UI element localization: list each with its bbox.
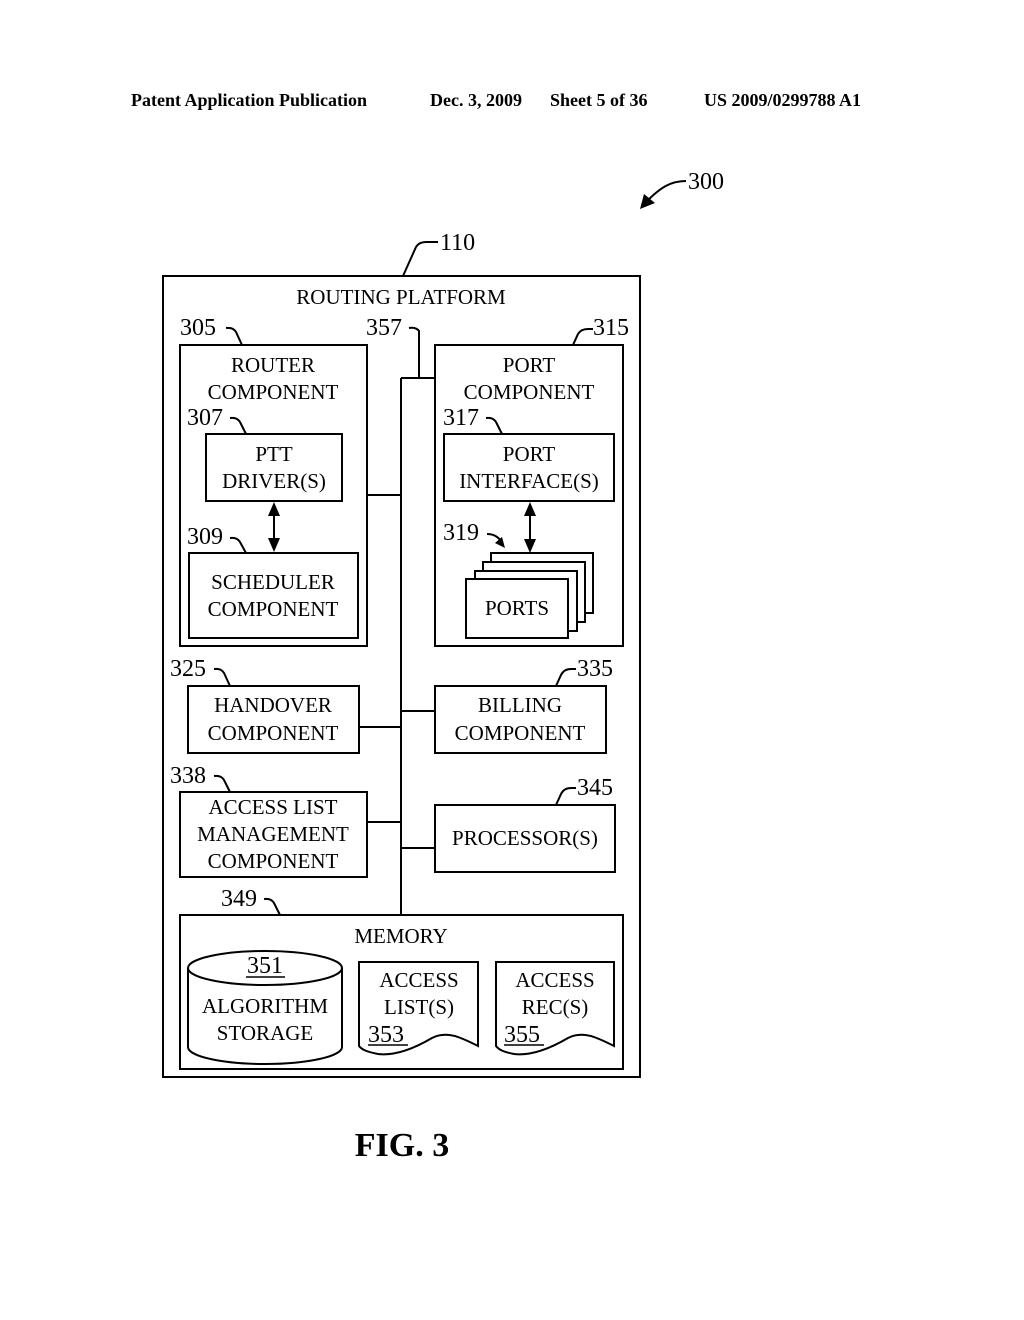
port-interface-label-2: INTERFACE(S) [459, 469, 599, 493]
algorithm-label-1: ALGORITHM [202, 994, 328, 1018]
port-leader [572, 328, 593, 346]
billing-leader [555, 668, 576, 687]
algorithm-label-2: STORAGE [217, 1021, 313, 1045]
memory-ref: 349 [221, 886, 257, 912]
memory-leader [263, 897, 281, 916]
ports-ref: 319 [443, 520, 479, 546]
port-interface-label-1: PORT [503, 442, 556, 466]
scheduler-component-box [188, 552, 359, 639]
access-mgmt-ref: 338 [170, 763, 206, 789]
ports-label: PORTS [485, 596, 549, 620]
platform-ref: 110 [440, 230, 475, 256]
access-mgmt-leader [213, 774, 231, 793]
figure-caption: FIG. 3 [355, 1127, 449, 1164]
bus-leader [408, 326, 420, 378]
ptt-leader [229, 416, 247, 435]
handover-leader [213, 667, 231, 687]
platform-title: ROUTING PLATFORM [296, 285, 506, 309]
scheduler-label-2: COMPONENT [208, 597, 339, 621]
processor-leader [555, 787, 576, 806]
access-mgmt-label-2: MANAGEMENT [197, 822, 349, 846]
port-label-1: PORT [503, 353, 556, 377]
figure-ref-arrow-icon [645, 180, 687, 203]
ptt-scheduler-arrow-down-icon [268, 538, 280, 552]
billing-ref: 335 [577, 656, 613, 682]
port-interface-ref: 317 [443, 405, 479, 431]
ptt-label-2: DRIVER(S) [222, 469, 326, 493]
scheduler-leader [229, 536, 247, 554]
figure-ref: 300 [688, 169, 724, 195]
access-recs-ref: 355 [504, 1022, 540, 1048]
memory-title: MEMORY [354, 924, 447, 948]
access-recs-label-1: ACCESS [515, 968, 594, 992]
router-label-2: COMPONENT [208, 380, 339, 404]
access-lists-ref: 353 [368, 1022, 404, 1048]
ptt-label-1: PTT [255, 442, 293, 466]
access-mgmt-label-3: COMPONENT [208, 849, 339, 873]
port-label-2: COMPONENT [464, 380, 595, 404]
processor-ref: 345 [577, 775, 613, 801]
port-interface-leader [485, 416, 503, 435]
billing-label-2: COMPONENT [455, 721, 586, 745]
interface-ports-arrow-down-icon [524, 539, 536, 553]
figure-diagram: 300 110 ROUTING PLATFORM 305 357 315 ROU… [162, 169, 724, 1164]
handover-label-2: COMPONENT [208, 721, 339, 745]
bus-ref: 357 [366, 315, 402, 341]
port-ref: 315 [593, 315, 629, 341]
ptt-ref: 307 [187, 405, 223, 431]
processor-label: PROCESSOR(S) [452, 826, 598, 850]
access-recs-label-2: REC(S) [522, 995, 589, 1019]
access-mgmt-label-1: ACCESS LIST [209, 795, 338, 819]
handover-label-1: HANDOVER [214, 693, 332, 717]
handover-ref: 325 [170, 656, 206, 682]
router-label-1: ROUTER [231, 353, 315, 377]
router-leader [225, 326, 243, 346]
scheduler-ref: 309 [187, 524, 223, 550]
router-ref: 305 [180, 315, 216, 341]
billing-label-1: BILLING [478, 693, 562, 717]
ptt-scheduler-arrow-up-icon [268, 502, 280, 516]
interface-ports-arrow-up-icon [524, 502, 536, 516]
algorithm-ref: 351 [247, 953, 283, 979]
platform-leader [402, 241, 438, 277]
access-lists-label-1: ACCESS [379, 968, 458, 992]
scheduler-label-1: SCHEDULER [211, 570, 335, 594]
access-lists-label-2: LIST(S) [384, 995, 454, 1019]
